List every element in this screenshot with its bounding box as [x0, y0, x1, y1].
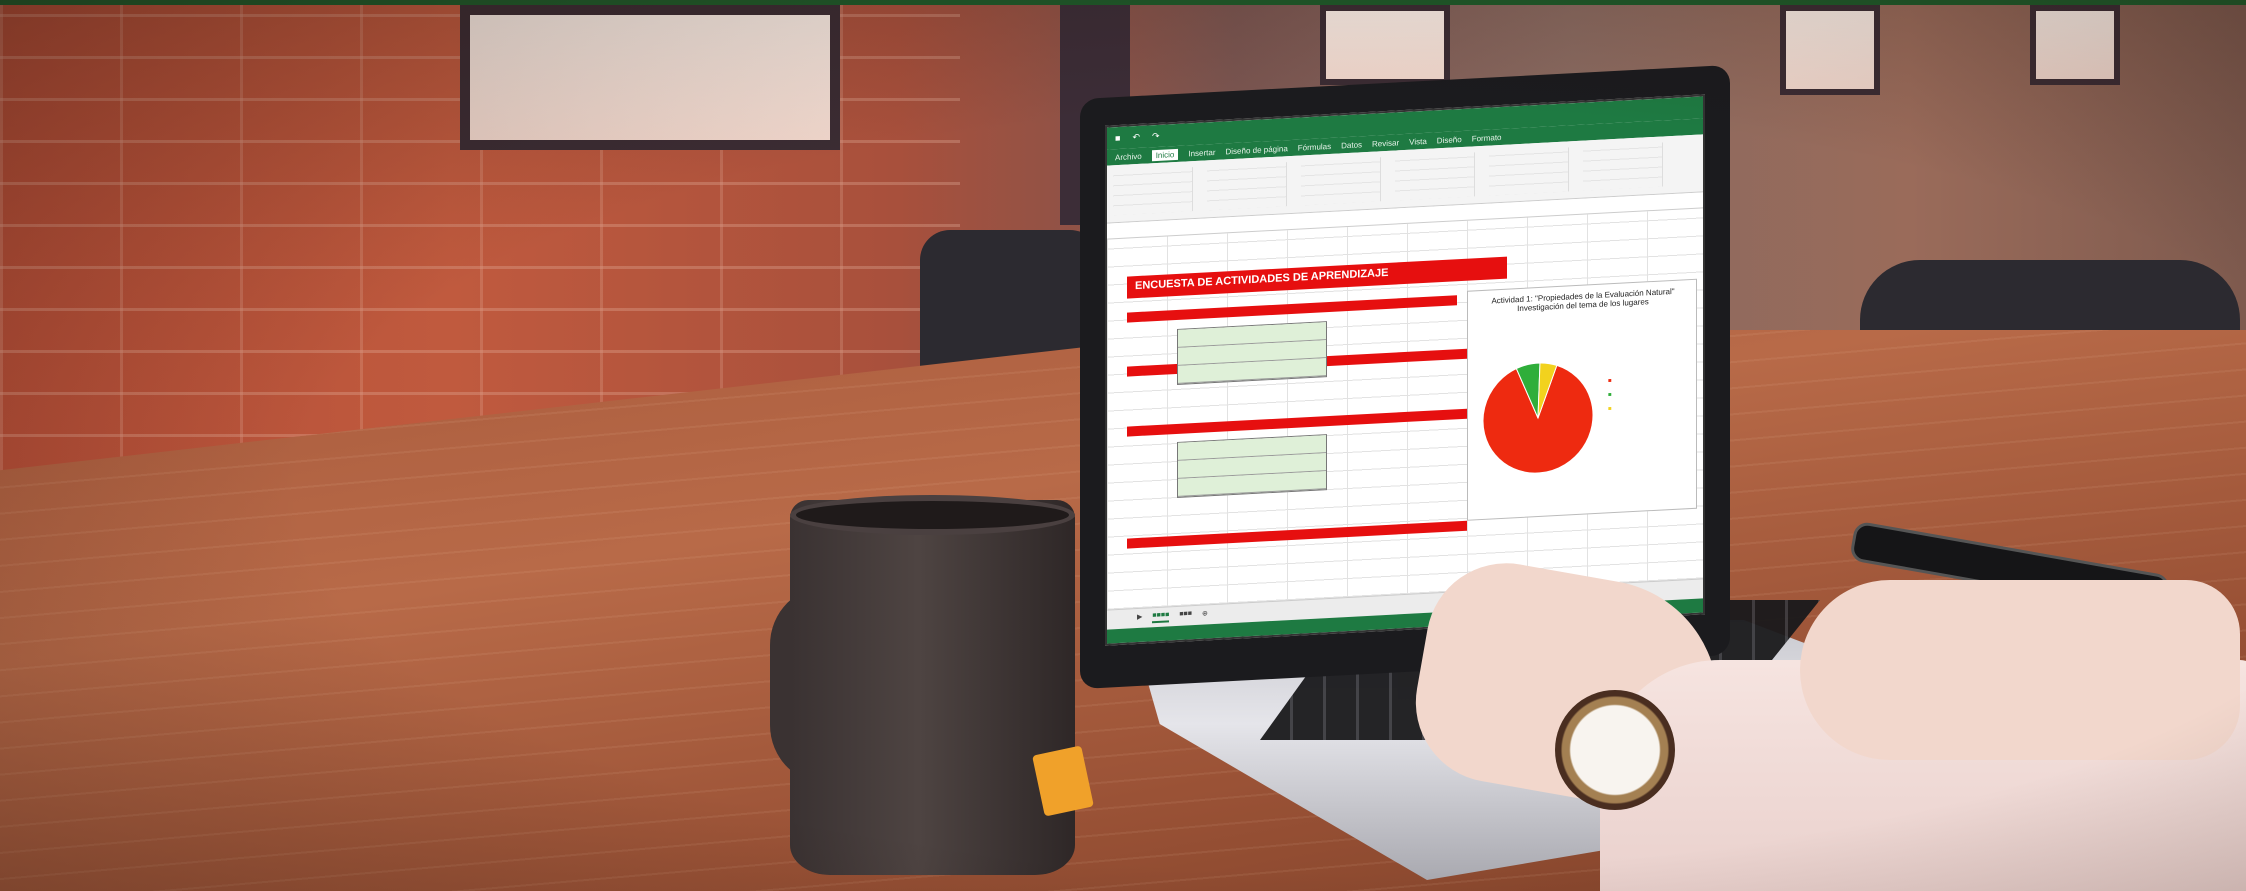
sheet-tab[interactable]: ■■■ [1179, 610, 1192, 622]
tab-archivo[interactable]: Archivo [1115, 151, 1142, 161]
coffee-mug [790, 500, 1075, 875]
tab-inicio[interactable]: Inicio [1151, 148, 1179, 161]
wristwatch [1555, 690, 1675, 810]
window [1780, 5, 1880, 95]
tab-insertar[interactable]: Insertar [1188, 147, 1215, 157]
redo-icon[interactable]: ↷ [1152, 130, 1160, 141]
add-sheet-icon[interactable]: ⊕ [1202, 609, 1208, 620]
ribbon-group-cells[interactable] [1583, 142, 1663, 191]
photo-scene: ■ ↶ ↷ Archivo Inicio Insertar Diseño de … [0, 0, 2246, 891]
tab-diseno[interactable]: Diseño [1437, 135, 1462, 145]
mug-rim [790, 495, 1075, 535]
tab-revisar[interactable]: Revisar [1372, 138, 1399, 148]
chart-legend: ■ ■ ■ [1608, 374, 1612, 416]
ribbon-group-alignment[interactable] [1301, 157, 1381, 206]
ribbon-group-clipboard[interactable] [1113, 167, 1193, 216]
window [460, 5, 840, 150]
laptop-screen: ■ ↶ ↷ Archivo Inicio Insertar Diseño de … [1105, 94, 1705, 646]
answer-options[interactable] [1177, 321, 1327, 385]
pie-chart[interactable]: Actividad 1: "Propiedades de la Evaluaci… [1467, 278, 1697, 521]
tab-formulas[interactable]: Fórmulas [1298, 141, 1331, 152]
ribbon-group-number[interactable] [1395, 152, 1475, 201]
legend-item: ■ [1608, 406, 1612, 413]
ribbon-group-styles[interactable] [1489, 147, 1569, 196]
window [1320, 5, 1450, 85]
pie-svg [1482, 362, 1594, 474]
tab-vista[interactable]: Vista [1409, 136, 1427, 146]
tab-diseno-pagina[interactable]: Diseño de página [1226, 144, 1288, 156]
right-hand [1800, 580, 2240, 760]
sheet-tab[interactable]: ▶ [1137, 613, 1142, 624]
undo-icon[interactable]: ↶ [1132, 131, 1140, 142]
save-icon[interactable]: ■ [1115, 133, 1120, 143]
sheet-tab-active[interactable]: ■■■■ [1152, 611, 1170, 624]
legend-item: ■ [1608, 392, 1612, 399]
ribbon-group-font[interactable] [1207, 162, 1287, 211]
tab-datos[interactable]: Datos [1341, 140, 1362, 150]
answer-options[interactable] [1177, 434, 1327, 498]
window [2030, 5, 2120, 85]
tab-formato[interactable]: Formato [1472, 132, 1502, 143]
legend-item: ■ [1608, 378, 1612, 385]
